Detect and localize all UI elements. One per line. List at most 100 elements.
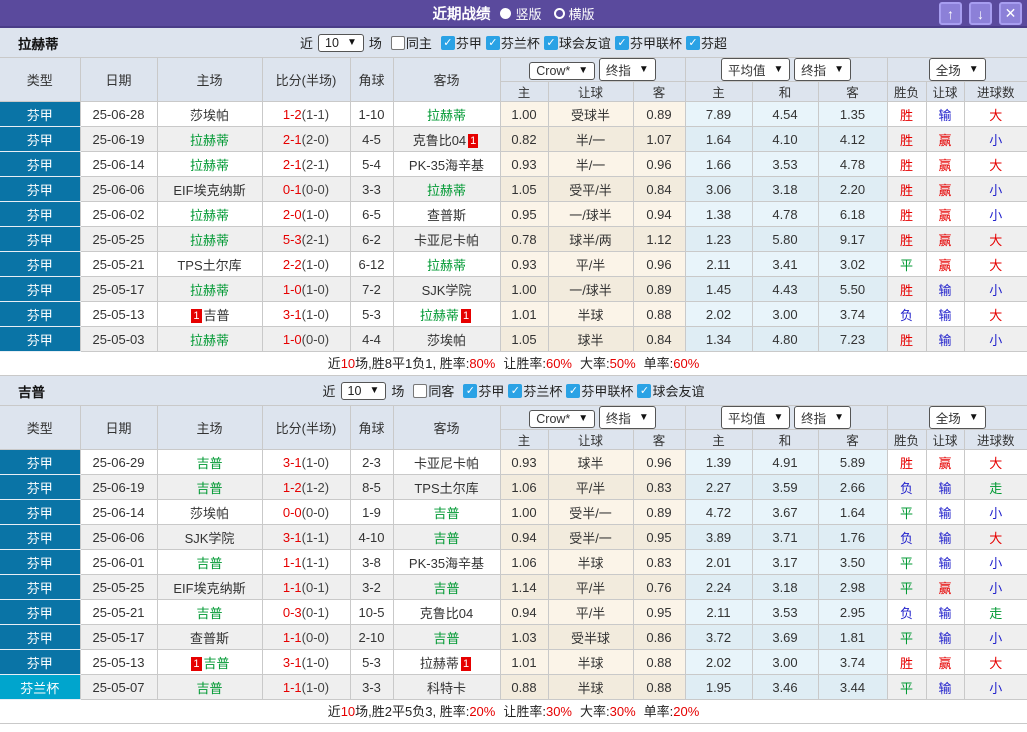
sub-header-avg-home: 主: [684, 81, 753, 102]
league-filter[interactable]: ✓ 芬甲: [463, 381, 504, 400]
result-cell: 胜: [886, 449, 927, 475]
league-type-cell: 芬甲: [0, 176, 81, 202]
result-cell: 胜: [886, 326, 927, 352]
home-team-name: 拉赫蒂: [189, 332, 229, 348]
result-scope-header: 全场 ▼: [886, 405, 1027, 430]
odds-source-select[interactable]: Crow* ▼: [529, 410, 596, 428]
odds-source-select[interactable]: Crow* ▼: [529, 62, 596, 80]
checkbox-checked-icon[interactable]: ✓: [614, 35, 629, 50]
red-card-badge: 1: [468, 133, 479, 148]
handicap-odds-cell: 平/半: [547, 599, 634, 625]
chevron-down-icon: ▼: [968, 63, 979, 75]
league-filter[interactable]: ✓ 球会友谊: [637, 381, 704, 400]
radio-unselected-icon[interactable]: [553, 7, 565, 19]
corner-cell: 3-8: [349, 549, 394, 575]
checkbox-checked-icon[interactable]: ✓: [543, 35, 558, 50]
games-count-select[interactable]: 10 ▼: [318, 33, 364, 52]
checkbox-checked-icon[interactable]: ✓: [440, 35, 455, 50]
league-filter[interactable]: ✓ 球会友谊: [543, 33, 611, 52]
same-venue-label: 同客: [428, 384, 455, 399]
checkbox-checked-icon[interactable]: ✓: [463, 383, 478, 398]
match-row: 芬甲 25-06-19 吉普 1-2(1-2) 8-5 TPS土尔库 1.06 平/半 0.83…: [0, 474, 1027, 500]
match-row: 芬甲 25-05-25 EIF埃克纳斯 1-1(0-1) 3-2 吉普 1.14 平/半 0.7…: [0, 574, 1027, 600]
league-filter[interactable]: ✓ 芬兰杯: [485, 33, 540, 52]
average-odds-cell: 1.95: [684, 674, 753, 700]
sub-header-home-odds: 主: [500, 429, 549, 450]
handicap-odds-cell: 0.86: [632, 624, 686, 650]
chevron-down-icon: ▼: [968, 411, 979, 423]
corner-cell: 4-4: [349, 326, 394, 352]
summary-row: 近10场,胜8平1负1, 胜率:80% 让胜率:60% 大率:50% 单率:60%: [0, 352, 1027, 376]
league-filter[interactable]: ✓ 芬甲: [440, 33, 482, 52]
league-filter[interactable]: ✓ 芬甲联杯: [614, 33, 682, 52]
average-odds-cell: 6.18: [817, 201, 888, 227]
average-odds-cell: 3.44: [817, 674, 888, 700]
summary-handicap-rate: 30%: [545, 704, 572, 719]
odds-stage-select[interactable]: 终指 ▼: [598, 406, 656, 429]
handicap-odds-cell: 0.93: [499, 151, 549, 177]
average-odds-header: 平均值 ▼ 终指 ▼: [684, 57, 888, 82]
handicap-odds-cell: 1.00: [499, 276, 549, 302]
avg-source-select[interactable]: 平均值 ▼: [721, 406, 791, 429]
games-count-value: 10: [325, 35, 339, 50]
radio-horizontal-layout[interactable]: 横版: [553, 4, 595, 23]
radio-vertical-label: 竖版: [515, 6, 542, 22]
average-odds-cell: 1.23: [684, 226, 753, 252]
result-cell: 大: [963, 101, 1027, 127]
league-filter[interactable]: ✓ 芬兰杯: [508, 381, 562, 400]
close-button[interactable]: ✕: [999, 2, 1022, 25]
same-venue-filter[interactable]: 同客: [413, 381, 454, 400]
checkbox-unchecked-icon[interactable]: [390, 35, 405, 50]
league-filter[interactable]: ✓ 芬甲联杯: [566, 381, 633, 400]
col-header-type: 类型: [0, 57, 81, 102]
checkbox-checked-icon[interactable]: ✓: [637, 383, 652, 398]
result-cell: 走: [963, 599, 1027, 625]
checkbox-checked-icon[interactable]: ✓: [485, 35, 500, 50]
home-team-name: EIF埃克纳斯: [173, 182, 246, 198]
score-cell: 0-3(0-1): [261, 599, 351, 625]
avg-stage-select[interactable]: 终指 ▼: [794, 406, 851, 429]
col-header-away: 客场: [392, 57, 501, 102]
half-time-score: (1-0): [301, 256, 330, 272]
radio-vertical-layout[interactable]: 竖版: [500, 4, 542, 23]
odds-stage-select[interactable]: 终指 ▼: [598, 58, 656, 81]
result-cell: 负: [886, 524, 927, 550]
scope-select[interactable]: 全场 ▼: [928, 58, 986, 81]
move-down-button[interactable]: ↓: [969, 2, 992, 25]
red-card-badge: 1: [460, 308, 472, 323]
corner-cell: 1-9: [349, 499, 394, 525]
handicap-odds-cell: 1.14: [499, 574, 549, 600]
date-cell: 25-06-02: [79, 201, 158, 227]
score-cell: 2-0(1-0): [261, 201, 351, 227]
away-team-cell: 吉普: [392, 574, 501, 600]
sub-header-goals: 进球数: [963, 429, 1027, 450]
checkbox-checked-icon[interactable]: ✓: [508, 383, 523, 398]
games-count-select[interactable]: 10 ▼: [340, 381, 387, 400]
checkbox-unchecked-icon[interactable]: [413, 383, 428, 398]
radio-selected-icon[interactable]: [500, 7, 512, 19]
avg-stage-value: 终指: [801, 412, 827, 426]
score-cell: 3-1(1-0): [261, 649, 351, 675]
average-odds-cell: 3.59: [751, 474, 819, 500]
move-up-button[interactable]: ↑: [939, 2, 962, 25]
filter-bar: 近 10 ▼ 场 同主 ✓ 芬甲 ✓ 芬兰杯 ✓ 球会友谊 ✓ 芬甲联杯 ✓ 芬超: [300, 33, 727, 52]
summary-text: 近: [327, 356, 341, 371]
full-time-score: 2-1: [282, 131, 302, 147]
handicap-odds-cell: 0.88: [632, 649, 686, 675]
same-venue-filter[interactable]: 同主: [390, 33, 432, 52]
average-odds-cell: 1.64: [684, 126, 753, 152]
result-cell: 输: [925, 599, 965, 625]
handicap-odds-cell: 1.12: [632, 226, 686, 252]
checkbox-checked-icon[interactable]: ✓: [566, 383, 581, 398]
summary-single-rate: 60%: [673, 356, 700, 371]
handicap-odds-cell: 半球: [547, 649, 634, 675]
scope-select[interactable]: 全场 ▼: [928, 406, 986, 429]
avg-stage-select[interactable]: 终指 ▼: [794, 58, 851, 81]
league-filter[interactable]: ✓ 芬超: [685, 33, 727, 52]
result-cell: 大: [963, 226, 1027, 252]
checkbox-checked-icon[interactable]: ✓: [685, 35, 700, 50]
home-team-name: 查普斯: [189, 630, 229, 646]
avg-source-select[interactable]: 平均值 ▼: [721, 58, 791, 81]
handicap-odds-cell: 0.89: [632, 499, 686, 525]
result-cell: 输: [925, 624, 965, 650]
